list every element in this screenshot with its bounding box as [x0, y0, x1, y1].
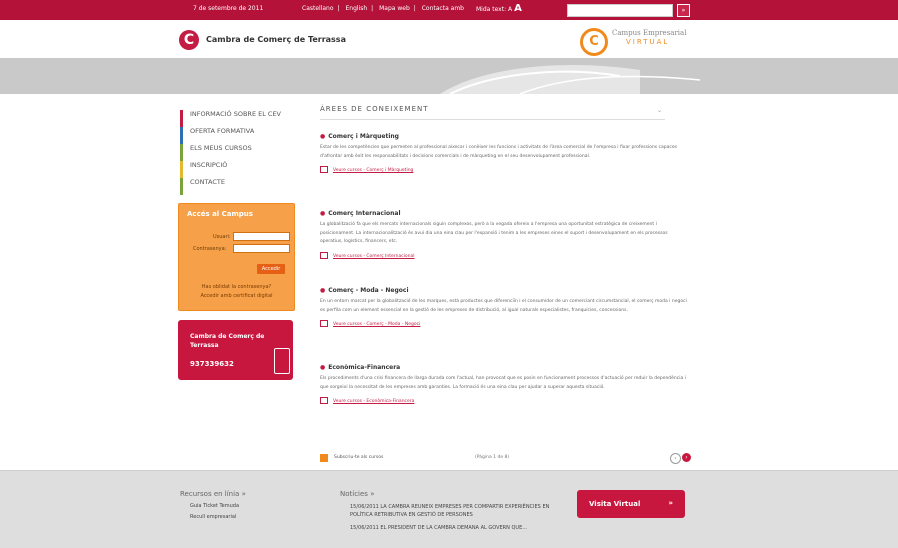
- section-text: Estar de les competències que permeten a…: [320, 145, 677, 159]
- section-heading: ● Econòmica-Financera: [320, 364, 401, 371]
- news-item[interactable]: 15/06/2011 LA CAMBRA REUNEIX EMPRESES PE…: [350, 503, 560, 519]
- page-indicator: (Pàgina 1 de 8): [475, 455, 510, 460]
- section-heading: ● Comerç Internacional: [320, 210, 401, 217]
- login-title: Accés al Campus: [187, 210, 253, 218]
- banner: [0, 58, 898, 94]
- next-page-button[interactable]: ›: [682, 453, 691, 462]
- resource-item[interactable]: Guia Ticket Temuda: [190, 503, 246, 509]
- virtual-visit-label: Visita Virtual: [589, 500, 641, 508]
- login-button[interactable]: Accedir: [257, 264, 285, 274]
- phone-title-line2: Terrassa: [190, 342, 219, 349]
- digital-certificate-link[interactable]: Accedir amb certificat digital: [179, 293, 294, 299]
- section-text: Els procediments d'una crisi financera d…: [320, 376, 686, 390]
- text-size-small-button[interactable]: A: [508, 6, 512, 13]
- forgot-password-link[interactable]: Has oblidat la contrasenya?: [179, 284, 294, 290]
- phone-device-icon: [274, 348, 290, 374]
- username-label: Usuari:: [213, 234, 231, 240]
- link-sitemap[interactable]: Mapa web: [379, 5, 410, 12]
- area-section: ● Econòmica-Financera Els procediments d'…: [320, 364, 690, 404]
- document-icon: [320, 320, 328, 327]
- password-label: Contrasenya:: [193, 246, 227, 252]
- phone-title-line1: Cambra de Comerç de: [190, 333, 265, 340]
- prev-page-button[interactable]: ‹: [670, 453, 681, 464]
- section-text: La globalització fa que els mercats inte…: [320, 222, 668, 244]
- view-courses-link[interactable]: Veure cursos - Comerç - Moda - Negoci: [320, 320, 690, 327]
- section-heading: ● Comerç - Moda - Negoci: [320, 287, 409, 294]
- separator: |: [413, 5, 416, 12]
- news-title[interactable]: Notícies »: [340, 490, 560, 498]
- sidebar-item-contact[interactable]: CONTACTE: [180, 178, 281, 195]
- resource-item[interactable]: Recull empresarial: [190, 514, 246, 520]
- search-box: [567, 4, 673, 25]
- area-section: ● Comerç Internacional La globalització f…: [320, 210, 690, 259]
- sidebar-item-training-offer[interactable]: OFERTA FORMATIVA: [180, 127, 281, 144]
- resources-column: Recursos en línia » Guia Ticket Temuda R…: [180, 490, 246, 525]
- section-text: En un entorn marcat per la globalització…: [320, 299, 687, 313]
- campus-logo-icon[interactable]: C: [580, 28, 608, 56]
- page-title: ÀREES DE CONEIXEMENT ⌄: [320, 105, 665, 120]
- header: [0, 20, 898, 58]
- sidebar-item-info[interactable]: INFORMACIÓ SOBRE EL CEV: [180, 110, 281, 127]
- username-field[interactable]: [233, 232, 290, 241]
- view-courses-link[interactable]: Veure cursos - Comerç Internacional: [320, 251, 690, 259]
- text-size-label: Mida text:: [476, 6, 507, 13]
- document-icon: [320, 397, 328, 404]
- area-section: ● Comerç - Moda - Negoci En un entorn mar…: [320, 287, 690, 327]
- search-button[interactable]: »: [677, 4, 690, 17]
- link-castellano[interactable]: Castellano: [302, 5, 334, 12]
- text-size-large-button[interactable]: A: [514, 3, 522, 14]
- password-field[interactable]: [233, 244, 290, 253]
- top-bar: 7 de setembre de 2011 Castellano | Englis…: [0, 0, 898, 25]
- link-english[interactable]: English: [345, 5, 367, 12]
- document-icon: [320, 251, 328, 259]
- phone-number: 937339632: [190, 360, 234, 368]
- news-item[interactable]: 15/06/2011 EL PRESIDENT DE LA CAMBRA DEM…: [350, 524, 560, 532]
- arrow-right-icon: »: [668, 499, 673, 507]
- view-courses-link[interactable]: Veure cursos - Comerç i Màrqueting: [320, 166, 690, 173]
- link-contact[interactable]: Contacta amb: [422, 5, 464, 12]
- sidebar-item-registration[interactable]: INSCRIPCIÓ: [180, 161, 281, 178]
- phone-title: Cambra de Comerç de Terrassa: [190, 332, 264, 350]
- page-title-text: ÀREES DE CONEIXEMENT: [320, 105, 429, 113]
- sidebar-item-my-courses[interactable]: ELS MEUS CURSOS: [180, 144, 281, 161]
- section-heading: ● Comerç i Màrqueting: [320, 133, 399, 140]
- current-date: 7 de setembre de 2011: [193, 5, 264, 12]
- phone-box: Cambra de Comerç de Terrassa 937339632: [178, 320, 293, 380]
- campus-title: Campus Empresarial: [612, 29, 687, 37]
- pager: Subscriu-te als cursos (Pàgina 1 de 8) ‹…: [320, 452, 692, 464]
- campus-subtitle: VIRTUAL: [626, 38, 670, 46]
- text-size-control: Mida text: A A: [476, 3, 522, 14]
- view-courses-link[interactable]: Veure cursos - Econòmica-Financera: [320, 397, 690, 404]
- resources-title[interactable]: Recursos en línia »: [180, 490, 246, 498]
- bullet-icon: ●: [320, 133, 326, 140]
- sidebar-nav: INFORMACIÓ SOBRE EL CEV OFERTA FORMATIVA…: [180, 110, 281, 195]
- cambra-logo-icon[interactable]: C: [179, 30, 199, 50]
- news-column: Notícies » 15/06/2011 LA CAMBRA REUNEIX …: [340, 490, 560, 537]
- virtual-visit-button[interactable]: Visita Virtual »: [577, 490, 685, 518]
- banner-swoosh-graphic: [440, 64, 701, 94]
- separator: |: [337, 5, 340, 12]
- rss-icon[interactable]: [320, 454, 328, 462]
- area-section: ● Comerç i Màrqueting Estar de les compet…: [320, 133, 690, 173]
- separator: |: [371, 5, 374, 12]
- document-icon: [320, 166, 328, 173]
- bullet-icon: ●: [320, 287, 326, 294]
- login-box: Accés al Campus Usuari: Contrasenya: Acc…: [178, 203, 295, 311]
- chevron-down-icon: ⌄: [656, 107, 663, 114]
- top-links: Castellano | English | Mapa web | Contacta …: [302, 5, 468, 12]
- subscribe-link[interactable]: Subscriu-te als cursos: [334, 455, 383, 460]
- bullet-icon: ●: [320, 210, 326, 217]
- bullet-icon: ●: [320, 364, 326, 371]
- brand-name[interactable]: Cambra de Comerç de Terrassa: [206, 35, 346, 44]
